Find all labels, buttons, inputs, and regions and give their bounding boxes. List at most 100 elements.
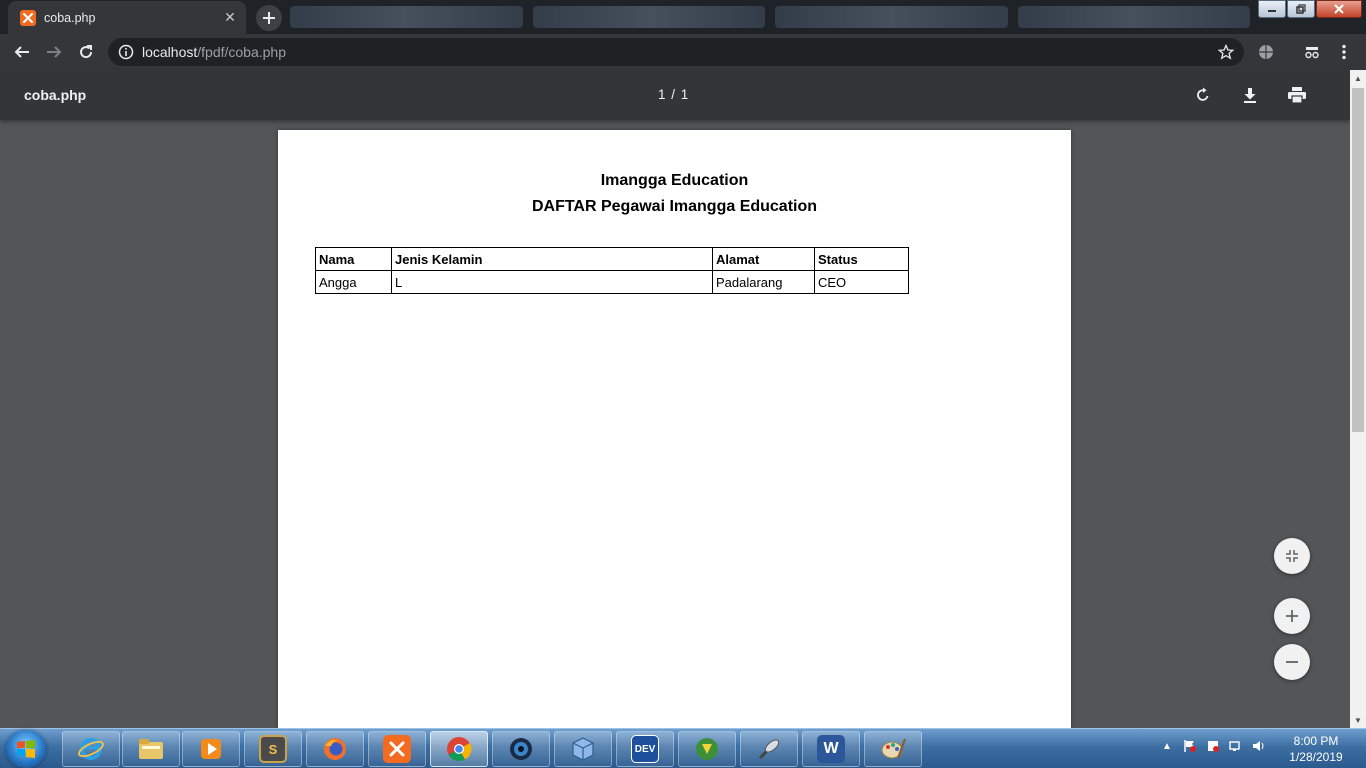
forward-button[interactable] bbox=[40, 38, 68, 66]
taskbar-app[interactable] bbox=[122, 731, 180, 767]
show-hidden-icons-icon[interactable]: ▲ bbox=[1160, 739, 1174, 753]
security-alert-icon[interactable] bbox=[1206, 739, 1220, 753]
print-button[interactable] bbox=[1285, 83, 1309, 107]
download-icon bbox=[1244, 88, 1256, 103]
plus-icon bbox=[263, 12, 275, 24]
taskbar-app-active[interactable] bbox=[430, 731, 488, 767]
satellite-app-icon bbox=[755, 735, 783, 763]
close-window-button[interactable] bbox=[1316, 0, 1362, 18]
background-tab[interactable] bbox=[1017, 6, 1250, 28]
volume-icon[interactable] bbox=[1252, 739, 1266, 753]
bookmark-star-icon[interactable] bbox=[1218, 44, 1234, 60]
taskbar-app[interactable] bbox=[864, 731, 922, 767]
url-host: localhost bbox=[142, 44, 198, 60]
chrome-icon bbox=[445, 735, 473, 763]
minimize-button[interactable] bbox=[1258, 0, 1286, 18]
table-cell-nama: Angga bbox=[315, 270, 392, 294]
table-header-row: Nama Jenis Kelamin Alamat Status bbox=[315, 247, 909, 271]
browser-tab-active[interactable]: coba.php ✕ bbox=[8, 1, 246, 34]
table-row: Angga L Padalarang CEO bbox=[315, 270, 909, 294]
windows-taskbar: S DEV W ▲ 8:00 PM 1/28/2019 bbox=[0, 728, 1366, 768]
tab-strip: coba.php ✕ bbox=[0, 0, 1366, 34]
xampp-icon bbox=[383, 735, 411, 763]
reload-button[interactable] bbox=[72, 38, 100, 66]
minus-icon bbox=[1286, 661, 1298, 663]
taskbar-app[interactable] bbox=[368, 731, 426, 767]
tab-close-icon[interactable]: ✕ bbox=[222, 9, 238, 26]
translate-extension-icon[interactable] bbox=[1256, 42, 1276, 62]
browser-toolbar: localhost/fpdf/coba.php bbox=[0, 34, 1366, 70]
clock-time: 8:00 PM bbox=[1293, 734, 1339, 748]
background-tabs bbox=[290, 6, 1250, 28]
xampp-favicon-icon bbox=[20, 9, 36, 26]
media-player-icon bbox=[197, 735, 225, 763]
scrollbar-thumb[interactable] bbox=[1352, 88, 1364, 432]
zoom-out-button[interactable] bbox=[1274, 644, 1310, 680]
page-indicator: 1 / 1 bbox=[658, 87, 689, 102]
file-explorer-icon bbox=[137, 735, 165, 763]
close-window-icon bbox=[1334, 4, 1344, 14]
scroll-down-arrow-icon[interactable]: ▼ bbox=[1350, 712, 1366, 728]
fit-to-page-button[interactable] bbox=[1274, 538, 1310, 574]
system-clock[interactable]: 8:00 PM 1/28/2019 bbox=[1276, 733, 1356, 765]
internet-explorer-icon bbox=[77, 735, 105, 763]
taskbar-app[interactable] bbox=[492, 731, 550, 767]
taskbar-app[interactable] bbox=[306, 731, 364, 767]
table-cell-jenis-kelamin: L bbox=[391, 270, 713, 294]
firefox-icon bbox=[321, 735, 349, 763]
network-icon[interactable] bbox=[1229, 739, 1243, 753]
column-header-nama: Nama bbox=[315, 247, 392, 271]
table-cell-alamat: Padalarang bbox=[712, 270, 815, 294]
pdf-file-name: coba.php bbox=[24, 87, 87, 103]
system-tray: ▲ bbox=[1160, 739, 1266, 753]
reload-icon bbox=[80, 45, 93, 59]
restore-button[interactable] bbox=[1287, 0, 1315, 18]
vertical-scrollbar[interactable]: ▲ ▼ bbox=[1350, 70, 1366, 728]
new-tab-button[interactable] bbox=[256, 5, 282, 31]
url-text: localhost/fpdf/coba.php bbox=[142, 44, 286, 60]
menu-kebab-icon[interactable] bbox=[1334, 42, 1354, 62]
background-tab[interactable] bbox=[532, 6, 765, 28]
sublime-text-icon: S bbox=[259, 735, 287, 763]
taskbar-app[interactable]: W bbox=[802, 731, 860, 767]
rotate-button[interactable] bbox=[1191, 83, 1215, 107]
word-icon: W bbox=[817, 735, 845, 763]
camera-app-icon bbox=[507, 735, 535, 763]
plus-icon bbox=[1286, 610, 1298, 622]
document-subtitle: DAFTAR Pegawai Imangga Education bbox=[531, 198, 818, 215]
paint-icon bbox=[879, 735, 907, 763]
taskbar-app[interactable] bbox=[554, 731, 612, 767]
incognito-extension-icon[interactable] bbox=[1302, 42, 1322, 62]
taskbar-app[interactable] bbox=[62, 731, 120, 767]
taskbar-app[interactable] bbox=[740, 731, 798, 767]
action-center-flag-icon[interactable] bbox=[1183, 739, 1197, 753]
taskbar-app[interactable] bbox=[678, 731, 736, 767]
printer-icon bbox=[1288, 87, 1306, 103]
zoom-in-button[interactable] bbox=[1274, 598, 1310, 634]
back-button[interactable] bbox=[8, 38, 36, 66]
info-icon[interactable] bbox=[118, 44, 134, 60]
arrow-left-icon bbox=[14, 46, 29, 58]
taskbar-app[interactable]: DEV bbox=[616, 731, 674, 767]
virtualbox-icon bbox=[569, 735, 597, 763]
pdf-page: Imangga Education DAFTAR Pegawai Imangga… bbox=[278, 130, 1071, 730]
start-button[interactable] bbox=[6, 730, 46, 768]
employee-table: Nama Jenis Kelamin Alamat Status Angga L… bbox=[315, 247, 909, 294]
windows-logo-icon bbox=[17, 740, 35, 758]
column-header-alamat: Alamat bbox=[712, 247, 815, 271]
internet-download-manager-icon bbox=[693, 735, 721, 763]
background-tab[interactable] bbox=[290, 6, 523, 28]
minimize-icon bbox=[1268, 10, 1276, 12]
fit-page-icon bbox=[1286, 550, 1298, 562]
taskbar-app[interactable] bbox=[182, 731, 240, 767]
address-bar[interactable]: localhost/fpdf/coba.php bbox=[108, 38, 1244, 66]
pdf-viewer-toolbar: coba.php 1 / 1 bbox=[0, 70, 1350, 120]
clock-date: 1/28/2019 bbox=[1289, 750, 1343, 764]
download-button[interactable] bbox=[1238, 83, 1262, 107]
scroll-up-arrow-icon[interactable]: ▲ bbox=[1350, 70, 1366, 86]
restore-icon bbox=[1296, 4, 1306, 14]
url-path: /fpdf/coba.php bbox=[197, 44, 287, 60]
taskbar-app[interactable]: S bbox=[244, 731, 302, 767]
background-tab[interactable] bbox=[775, 6, 1008, 28]
arrow-right-icon bbox=[47, 46, 62, 58]
